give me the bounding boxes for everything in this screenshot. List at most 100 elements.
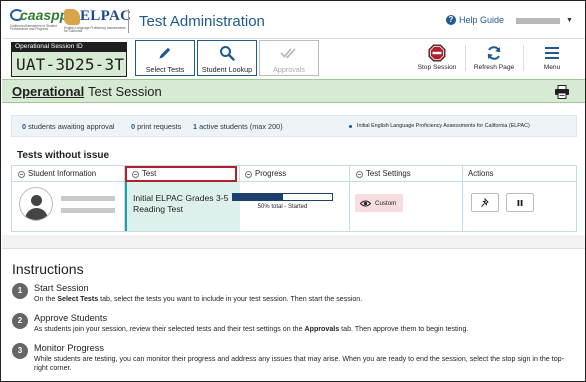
print-requests-count: 0 (131, 122, 136, 131)
step-text: On the (34, 295, 58, 303)
session-type-banner: Operational Test Session (2, 79, 585, 104)
column-divider (462, 166, 463, 231)
sort-icon (18, 170, 25, 178)
print-requests-label: print requests (137, 122, 182, 131)
awaiting-approval-stat: 0 students awaiting approval (22, 122, 115, 131)
caaspp-logo[interactable]: caaspp California Assessment of Student … (10, 7, 68, 35)
session-stats-bar: 0 students awaiting approval 0 print req… (11, 115, 577, 137)
test-settings-label: Custom (375, 199, 397, 207)
test-column-highlight (125, 166, 237, 182)
caaspp-logo-text: caaspp (20, 7, 69, 23)
step-description: As students join your session, review th… (34, 325, 572, 334)
print-icon[interactable] (554, 85, 570, 104)
student-lookup-label: Student Lookup (201, 65, 253, 74)
hamburger-menu-icon (526, 44, 578, 62)
test-name: Initial ELPAC Grades 3-5 Reading Test (133, 193, 229, 214)
double-check-icon (260, 45, 318, 61)
student-avatar (19, 187, 53, 221)
menu-button[interactable]: Menu (526, 43, 578, 75)
column-header-student-information[interactable]: Student Information (18, 166, 96, 182)
column-header-progress[interactable]: Progress (245, 166, 286, 182)
header-rule (2, 38, 585, 39)
elpac-logo[interactable]: ELPAC English Language Proficiency Asses… (64, 7, 131, 35)
toolbar-separator (523, 45, 524, 71)
help-guide-link[interactable]: ? Help Guide (446, 15, 504, 25)
step-text: As students join your session, review th… (34, 325, 305, 333)
step-text-emphasis: Select Tests (57, 295, 99, 303)
stop-sign-icon (411, 44, 463, 62)
active-students-stat: 1 active students (max 200) (193, 122, 283, 131)
table-header: Student Information Test Progress Test S… (12, 166, 576, 182)
eye-icon (360, 200, 371, 206)
help-icon: ? (446, 15, 456, 25)
progress-bar (232, 193, 333, 201)
session-type-suffix: Test Session (88, 84, 162, 99)
student-lookup-button[interactable]: Student Lookup (197, 40, 257, 76)
tests-section-title: Tests without issue (17, 150, 110, 161)
step-text-emphasis: Approvals (304, 325, 340, 333)
session-id-label: Operational Session ID (11, 42, 127, 51)
step-description: While students are testing, you can moni… (34, 355, 564, 372)
search-icon (198, 45, 256, 61)
column-header-actions: Actions (468, 166, 494, 182)
select-tests-button[interactable]: Select Tests (135, 40, 195, 76)
pencil-icon (136, 45, 194, 61)
header-divider (128, 9, 129, 33)
refresh-icon (468, 44, 520, 62)
awaiting-approval-label: students awaiting approval (28, 122, 115, 131)
step-number: 3 (12, 343, 28, 359)
column-label: Test Settings (366, 169, 411, 178)
pin-button[interactable] (471, 193, 499, 212)
caaspp-logo-subtitle: California Assessment of Student Perform… (10, 24, 57, 32)
step-text: tab. Then approve them to begin testing. (339, 325, 469, 333)
step-heading: Start Session (34, 283, 89, 293)
step-heading: Monitor Progress (34, 343, 104, 353)
app-title: Test Administration (139, 13, 265, 30)
select-tests-label: Select Tests (145, 65, 185, 74)
stop-session-button[interactable]: Stop Session (411, 43, 463, 75)
refresh-page-label: Refresh Page (473, 64, 515, 71)
pin-icon (481, 197, 489, 207)
step-description: On the Select Tests tab, select the test… (34, 295, 572, 304)
awaiting-approval-count: 0 (22, 122, 27, 131)
toolbar-separator (465, 45, 466, 71)
column-label: Student Information (28, 169, 97, 178)
menu-label: Menu (543, 64, 561, 71)
step-number: 1 (12, 283, 28, 299)
step-text: tab, select the tests you want to includ… (98, 295, 363, 303)
sort-icon (245, 170, 252, 178)
pause-button[interactable] (506, 193, 534, 212)
bullet-icon (349, 125, 352, 128)
elpac-logo-text: ELPAC (80, 8, 132, 24)
approvals-button[interactable]: Approvals (259, 40, 319, 76)
print-requests-stat: 0 print requests (131, 122, 181, 131)
progress-bar-fill (233, 194, 283, 200)
sort-icon (356, 170, 363, 178)
session-type: Operational (12, 84, 85, 99)
elpac-logo-subtitle: English Language Proficiency Assessments… (64, 26, 126, 34)
help-guide-label: Help Guide (459, 15, 505, 25)
student-name-redacted (61, 196, 115, 201)
student-id-redacted (61, 208, 115, 213)
step-heading: Approve Students (34, 313, 108, 323)
person-icon (31, 195, 42, 206)
column-divider (349, 166, 350, 231)
column-header-test-settings[interactable]: Test Settings (356, 166, 411, 182)
stop-session-label: Stop Session (417, 64, 457, 71)
app-window: caaspp California Assessment of Student … (0, 0, 586, 382)
user-name-redacted (516, 17, 560, 24)
section-divider-band (2, 235, 585, 249)
column-label: Progress (255, 169, 287, 178)
assessment-name: Initial English Language Proficiency Ass… (357, 123, 530, 129)
pause-icon (517, 199, 523, 206)
step-number: 2 (12, 313, 28, 329)
refresh-page-button[interactable]: Refresh Page (468, 43, 520, 75)
person-icon-body (25, 208, 48, 220)
active-students-label: active students (max 200) (199, 122, 283, 131)
progress-text: 50% total - Started (257, 204, 308, 210)
active-students-count: 1 (193, 122, 198, 131)
chevron-down-icon: ▼ (566, 17, 573, 24)
test-settings-button[interactable]: Custom (355, 194, 403, 212)
user-menu[interactable]: ▼ (516, 15, 580, 26)
test-cell: Initial ELPAC Grades 3-5 Reading Test (125, 182, 240, 231)
